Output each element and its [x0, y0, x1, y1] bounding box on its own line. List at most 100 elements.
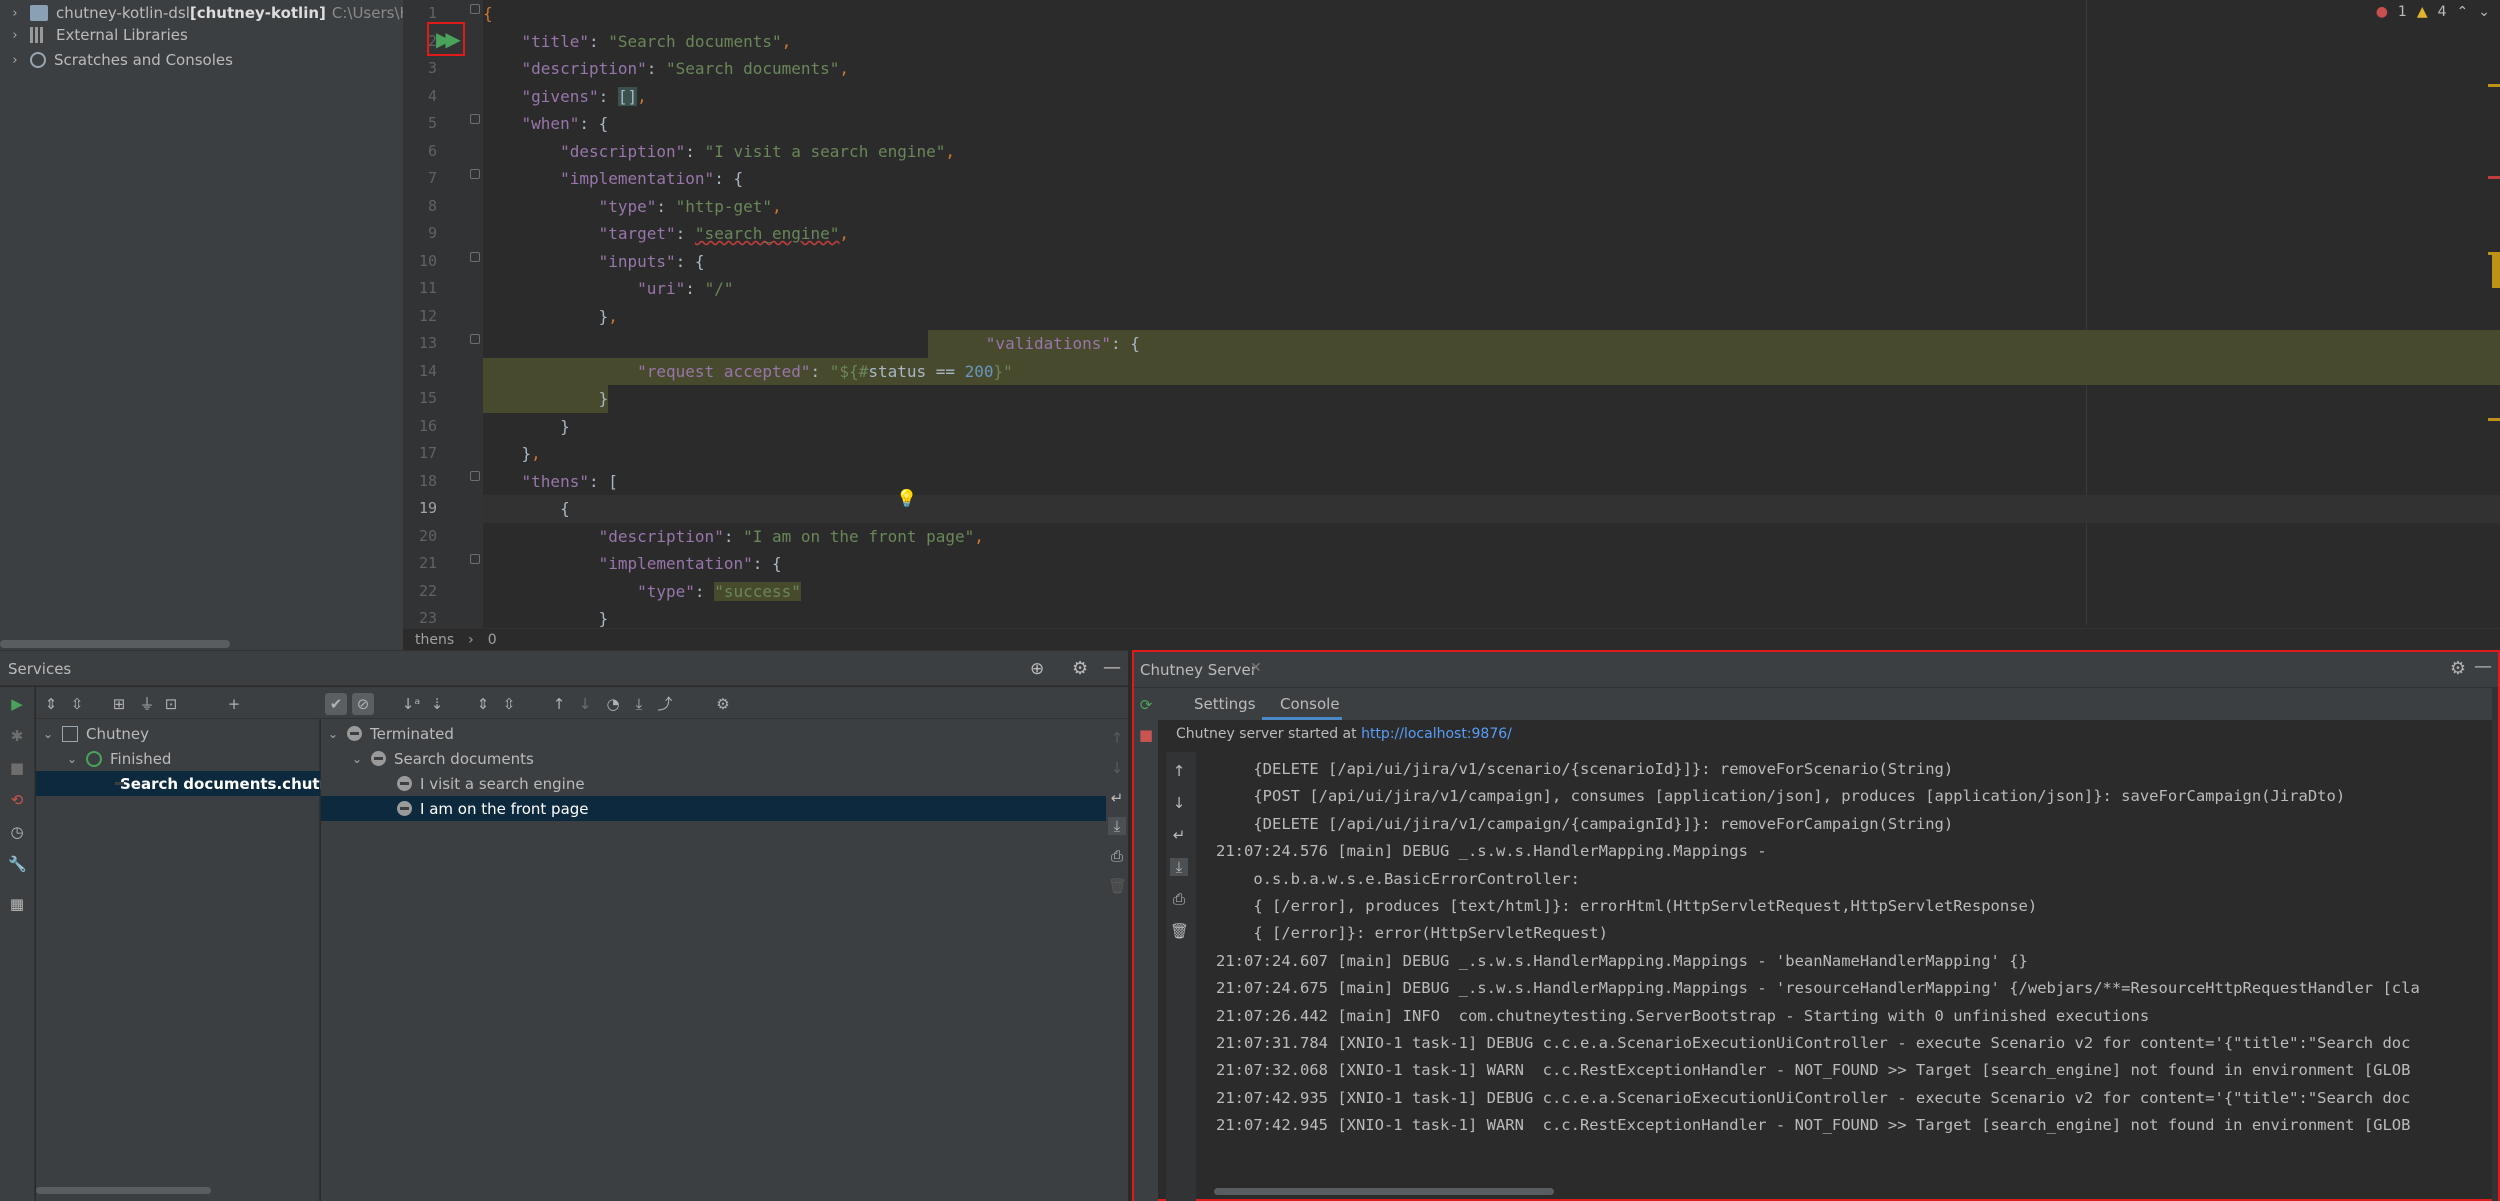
- run-icon[interactable]: ▶: [8, 695, 26, 713]
- console-horizontal-scrollbar[interactable]: [1214, 1188, 1554, 1195]
- line-number[interactable]: 16: [403, 417, 437, 435]
- console-vertical-scrollbar[interactable]: [2492, 688, 2498, 1201]
- error-stripe[interactable]: [2488, 176, 2500, 179]
- collapse-all-icon[interactable]: ⇳: [66, 693, 88, 715]
- line-number[interactable]: 8: [403, 197, 437, 215]
- arrow-up-icon[interactable]: ↑: [548, 693, 570, 715]
- project-tree-row-external-libraries[interactable]: › External Libraries: [0, 22, 187, 48]
- server-url-link[interactable]: http://localhost:9876/: [1361, 726, 1512, 742]
- gear-icon[interactable]: ⚙: [2450, 658, 2466, 679]
- line-number[interactable]: 7: [403, 169, 437, 187]
- filter-icon[interactable]: ⏚: [136, 693, 158, 715]
- scroll-thumb-marker[interactable]: [2492, 252, 2500, 288]
- expand-tests-icon[interactable]: ⇕: [472, 693, 494, 715]
- tree-node-finished[interactable]: ⌄ Finished: [66, 746, 320, 771]
- line-number[interactable]: 17: [403, 444, 437, 462]
- line-number[interactable]: 18: [403, 472, 437, 490]
- print-icon[interactable]: ⎙: [1108, 847, 1126, 865]
- line-number[interactable]: 22: [403, 582, 437, 600]
- line-number[interactable]: 4: [403, 87, 437, 105]
- arrow-down-icon[interactable]: ↓: [1170, 794, 1188, 812]
- run-scenario-button[interactable]: ▶▶: [427, 22, 465, 56]
- new-tab-icon[interactable]: ⊡: [160, 693, 182, 715]
- sort-duration-icon[interactable]: ⇣: [426, 693, 448, 715]
- line-number[interactable]: 12: [403, 307, 437, 325]
- close-icon[interactable]: ✕: [1250, 660, 1262, 676]
- code-editor[interactable]: 1 2 3 4 5 6 7 8 9 10 11 12 13 14 15 16 17 18 19 20 21 22 23 { …: [403, 0, 2500, 628]
- fold-marker[interactable]: [470, 334, 480, 344]
- minimize-icon[interactable]: —: [2474, 656, 2492, 677]
- stop-icon[interactable]: ■: [8, 759, 26, 777]
- import-icon[interactable]: ⤓: [628, 693, 650, 715]
- history-icon[interactable]: ◔: [602, 693, 624, 715]
- project-tree-row-scratches[interactable]: › Scratches and Consoles: [0, 47, 233, 73]
- result-node-step-selected[interactable]: I am on the front page: [321, 796, 1106, 821]
- soft-wrap-icon[interactable]: ↵: [1170, 826, 1188, 844]
- breadcrumb-item[interactable]: thens: [415, 632, 454, 648]
- arrow-down-icon[interactable]: ↓: [1108, 759, 1126, 777]
- line-number[interactable]: 14: [403, 362, 437, 380]
- lightbulb-icon[interactable]: 💡: [896, 489, 917, 509]
- chevron-down-icon[interactable]: ⌄: [351, 752, 363, 766]
- chevron-down-icon[interactable]: ⌄: [327, 727, 339, 741]
- clock-icon[interactable]: ◷: [8, 823, 26, 841]
- print-icon[interactable]: ⎙: [1170, 890, 1188, 908]
- chevron-right-icon[interactable]: ›: [8, 6, 22, 21]
- line-number[interactable]: 13: [403, 334, 437, 352]
- scroll-to-end-icon[interactable]: ⤓: [1108, 817, 1126, 835]
- add-service-icon[interactable]: +: [223, 693, 245, 715]
- line-number[interactable]: 15: [403, 389, 437, 407]
- line-number[interactable]: 21: [403, 554, 437, 572]
- line-number[interactable]: 3: [403, 59, 437, 77]
- fold-marker[interactable]: [470, 114, 480, 124]
- result-node-step[interactable]: I visit a search engine: [397, 771, 1106, 796]
- debug-icon[interactable]: ✱: [8, 727, 26, 745]
- line-number[interactable]: 6: [403, 142, 437, 160]
- line-number[interactable]: 10: [403, 252, 437, 270]
- fold-marker[interactable]: [470, 471, 480, 481]
- line-number[interactable]: 11: [403, 279, 437, 297]
- group-icon[interactable]: ⊞: [108, 693, 130, 715]
- fold-marker[interactable]: [470, 554, 480, 564]
- line-number[interactable]: 23: [403, 609, 437, 627]
- expand-all-icon[interactable]: ⇕: [40, 693, 62, 715]
- sort-alpha-icon[interactable]: ↓ᵃ: [400, 693, 422, 715]
- fold-marker[interactable]: [470, 4, 480, 14]
- arrow-up-icon[interactable]: ↑: [1170, 762, 1188, 780]
- chevron-right-icon[interactable]: ›: [8, 28, 22, 43]
- export-icon[interactable]: ⤴: [654, 693, 676, 715]
- problems-indicator[interactable]: ● 1 ▲ 4 ⌃ ⌄: [2376, 4, 2490, 20]
- tree-node-search-documents[interactable]: Search documents.chutney: [36, 771, 350, 796]
- trash-icon[interactable]: 🗑: [1170, 922, 1189, 940]
- fold-marker[interactable]: [470, 169, 480, 179]
- tab-console[interactable]: Console: [1280, 695, 1340, 713]
- arrow-up-icon[interactable]: ↑: [1108, 729, 1126, 747]
- warning-stripe[interactable]: [2488, 418, 2500, 421]
- warning-stripe[interactable]: [2488, 84, 2500, 87]
- scroll-to-end-icon[interactable]: ⤓: [1170, 858, 1188, 876]
- tree-node-chutney[interactable]: ⌄ Chutney: [42, 721, 320, 746]
- show-ignored-icon[interactable]: ⊘: [352, 693, 374, 715]
- chevron-down-icon[interactable]: ⌄: [2478, 4, 2490, 20]
- tab-settings[interactable]: Settings: [1194, 695, 1256, 713]
- gear-icon[interactable]: ⚙: [1072, 658, 1088, 679]
- restart-icon[interactable]: ⟳: [1137, 696, 1155, 714]
- gear-icon[interactable]: ⚙: [712, 693, 734, 715]
- line-number[interactable]: 1: [403, 4, 437, 22]
- minimize-icon[interactable]: —: [1103, 657, 1121, 678]
- chevron-down-icon[interactable]: ⌄: [42, 727, 54, 741]
- project-horizontal-scrollbar[interactable]: [0, 640, 230, 648]
- result-node-search-documents[interactable]: ⌄ Search documents: [351, 746, 1106, 771]
- layout-icon[interactable]: ▦: [8, 895, 26, 913]
- result-node-terminated[interactable]: ⌄ Terminated: [327, 721, 1106, 746]
- breadcrumb-item[interactable]: 0: [488, 632, 497, 648]
- trash-icon[interactable]: 🗑: [1108, 877, 1127, 895]
- chevron-right-icon[interactable]: ›: [8, 53, 22, 68]
- tree-horizontal-scrollbar[interactable]: [36, 1187, 211, 1194]
- chevron-down-icon[interactable]: ⌄: [66, 752, 78, 766]
- show-passed-icon[interactable]: ✔: [325, 693, 347, 715]
- collapse-tests-icon[interactable]: ⇳: [498, 693, 520, 715]
- line-number[interactable]: 20: [403, 527, 437, 545]
- arrow-down-icon[interactable]: ↓: [574, 693, 596, 715]
- wrench-icon[interactable]: 🔧: [8, 855, 27, 873]
